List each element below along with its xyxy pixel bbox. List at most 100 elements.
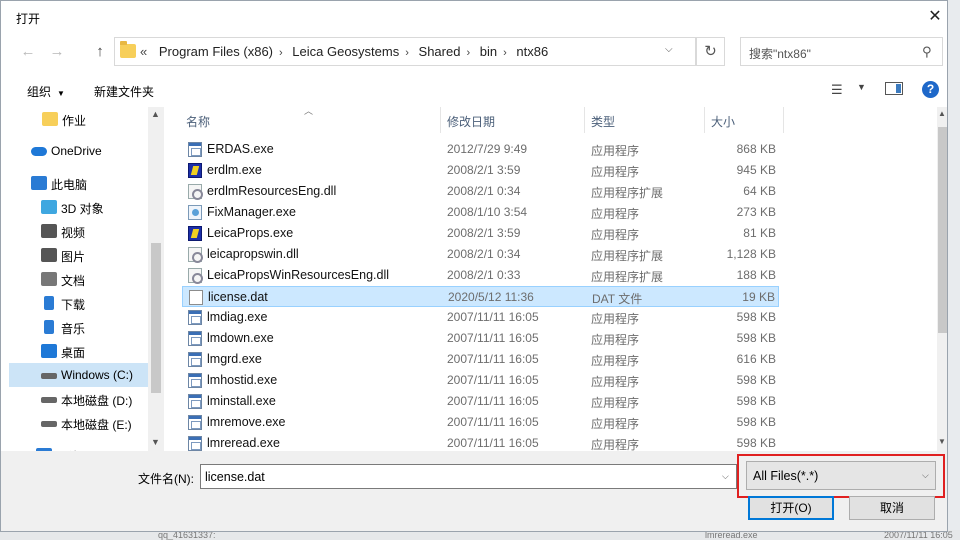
column-divider[interactable] [440, 107, 441, 133]
cube-icon [41, 200, 57, 214]
breadcrumb-item[interactable]: bin [480, 44, 497, 59]
file-type-select[interactable]: All Files(*.*) ⌵ [746, 461, 936, 490]
column-size[interactable]: 大小 [711, 113, 735, 130]
file-date: 2008/2/1 3:59 [447, 226, 521, 240]
file-name: lmremove.exe [207, 415, 286, 429]
nav-item[interactable]: OneDrive [9, 139, 149, 163]
view-options-icon[interactable]: ☰ [831, 82, 843, 98]
file-type-dropdown-icon[interactable]: ⌵ [922, 470, 929, 481]
nav-item[interactable]: 文档 [9, 267, 149, 291]
refresh-button[interactable]: ↻ [696, 37, 725, 66]
back-arrow-icon[interactable]: ← [19, 43, 37, 60]
scroll-up-icon[interactable]: ▲ [151, 109, 160, 119]
file-date: 2007/11/11 16:05 [447, 394, 539, 408]
search-icon[interactable]: ⚲ [922, 44, 932, 60]
organize-button[interactable]: 组织 ▼ [27, 83, 65, 100]
file-list-scrollbar[interactable]: ▲ ▼ [937, 107, 947, 451]
address-bar[interactable]: « Program Files (x86) › Leica Geosystems ›… [114, 37, 696, 66]
column-name[interactable]: 名称 [186, 113, 210, 130]
file-name: ERDAS.exe [207, 142, 274, 156]
scroll-down-icon[interactable]: ▼ [938, 437, 946, 446]
cloud-icon [31, 147, 47, 156]
file-type: 应用程序 [591, 144, 640, 158]
column-type[interactable]: 类型 [591, 113, 615, 130]
up-arrow-icon[interactable]: ↑ [91, 43, 109, 60]
nav-item[interactable]: 音乐 [9, 315, 149, 339]
nav-item[interactable]: 下载 [9, 291, 149, 315]
file-row[interactable]: lmreread.exe 2007/11/11 16:05 应用程序 598 KB [182, 433, 779, 451]
column-date[interactable]: 修改日期 [447, 113, 495, 130]
scroll-up-icon[interactable]: ▲ [938, 109, 946, 118]
file-row[interactable]: lmhostid.exe 2007/11/11 16:05 应用程序 598 KB [182, 370, 779, 391]
nav-item[interactable]: 作业 [9, 107, 149, 131]
breadcrumb-item[interactable]: Shared [419, 44, 461, 59]
breadcrumb-item[interactable]: ntx86 [516, 44, 548, 59]
breadcrumb-separator-icon[interactable]: › [405, 47, 409, 59]
file-row[interactable]: lmremove.exe 2007/11/11 16:05 应用程序 598 KB [182, 412, 779, 433]
file-row[interactable]: FixManager.exe 2008/1/10 3:54 应用程序 273 KB [182, 202, 779, 223]
file-name: lmgrd.exe [207, 352, 262, 366]
file-date: 2008/2/1 3:59 [447, 163, 521, 177]
nav-item[interactable]: Windows (C:) [9, 363, 149, 387]
breadcrumb-item[interactable]: Program Files (x86) [159, 44, 273, 59]
column-divider[interactable] [584, 107, 585, 133]
column-divider[interactable] [704, 107, 705, 133]
breadcrumb-separator-icon[interactable]: › [279, 47, 283, 59]
nav-item[interactable]: 本地磁盘 (E:) [9, 411, 149, 435]
dialog-footer: 文件名(N): license.dat ⌵ All Files(*.*) ⌵ 打… [1, 451, 947, 531]
file-row[interactable]: lmdiag.exe 2007/11/11 16:05 应用程序 598 KB [182, 307, 779, 328]
sort-arrow-icon: ︿ [304, 107, 314, 116]
cancel-button[interactable]: 取消 [849, 496, 935, 520]
navigation-scrollbar[interactable]: ▲ ▼ [148, 107, 164, 451]
file-row[interactable]: erdlmResourcesEng.dll 2008/2/1 0:34 应用程序扩展… [182, 181, 779, 202]
nav-item-label: 音乐 [61, 322, 86, 336]
file-type: 应用程序 [591, 333, 640, 347]
file-row[interactable]: LeicaProps.exe 2008/2/1 3:59 应用程序 81 KB [182, 223, 779, 244]
address-dropdown-icon[interactable]: ⌵ [665, 44, 673, 55]
file-row[interactable]: erdlm.exe 2008/2/1 3:59 应用程序 945 KB [182, 160, 779, 181]
view-dropdown-icon[interactable]: ▼ [857, 82, 866, 92]
file-name: LeicaProps.exe [207, 226, 294, 240]
nav-item[interactable]: 3D 对象 [9, 195, 149, 219]
breadcrumb-separator-icon[interactable]: › [466, 47, 470, 59]
scroll-thumb[interactable] [151, 243, 161, 393]
breadcrumb-separator-icon[interactable]: › [503, 47, 507, 59]
file-row[interactable]: ERDAS.exe 2012/7/29 9:49 应用程序 868 KB [182, 139, 779, 160]
nav-item[interactable]: 桌面 [9, 339, 149, 363]
open-button[interactable]: 打开(O) [748, 496, 834, 520]
file-size: 273 KB [736, 205, 776, 219]
file-list: ︿ 名称 修改日期 类型 大小 ERDAS.exe 2012/7/29 9:49 应… [164, 107, 937, 451]
nav-item-label: 文档 [61, 274, 86, 288]
file-name: lmdiag.exe [207, 310, 268, 324]
close-icon[interactable]: ✕ [923, 5, 947, 29]
breadcrumb-overflow[interactable]: « [140, 44, 147, 59]
help-icon[interactable]: ? [922, 81, 939, 98]
nav-item[interactable]: 网络 [9, 443, 149, 451]
background-window-edge [948, 0, 960, 540]
file-size: 598 KB [736, 394, 776, 408]
file-row[interactable]: lmdown.exe 2007/11/11 16:05 应用程序 598 KB [182, 328, 779, 349]
file-row[interactable]: lmgrd.exe 2007/11/11 16:05 应用程序 616 KB [182, 349, 779, 370]
new-folder-button[interactable]: 新建文件夹 [94, 83, 154, 100]
column-divider[interactable] [783, 107, 784, 133]
nav-item[interactable]: 视频 [9, 219, 149, 243]
nav-item[interactable]: 本地磁盘 (D:) [9, 387, 149, 411]
breadcrumb-item[interactable]: Leica Geosystems [292, 44, 399, 59]
exe-file-icon [188, 373, 202, 388]
filename-input[interactable]: license.dat ⌵ [200, 464, 737, 489]
window-title: 打开 [16, 12, 41, 26]
preview-pane-icon[interactable] [885, 82, 903, 95]
file-size: 81 KB [743, 226, 776, 240]
file-row[interactable]: LeicaPropsWinResourcesEng.dll 2008/2/1 0:… [182, 265, 779, 286]
scroll-thumb[interactable] [938, 127, 947, 333]
nav-item[interactable]: 此电脑 [9, 171, 149, 195]
filename-dropdown-icon[interactable]: ⌵ [722, 471, 729, 482]
file-row[interactable]: lminstall.exe 2007/11/11 16:05 应用程序 598 KB [182, 391, 779, 412]
search-box[interactable]: 搜索"ntx86" ⚲ [740, 37, 943, 66]
file-row[interactable]: leicapropswin.dll 2008/2/1 0:34 应用程序扩展 1,12… [182, 244, 779, 265]
file-row[interactable]: license.dat 2020/5/12 11:36 DAT 文件 19 KB [182, 286, 779, 307]
forward-arrow-icon[interactable]: → [48, 43, 66, 60]
nav-item[interactable]: 图片 [9, 243, 149, 267]
file-name: FixManager.exe [207, 205, 296, 219]
scroll-down-icon[interactable]: ▼ [151, 437, 160, 447]
